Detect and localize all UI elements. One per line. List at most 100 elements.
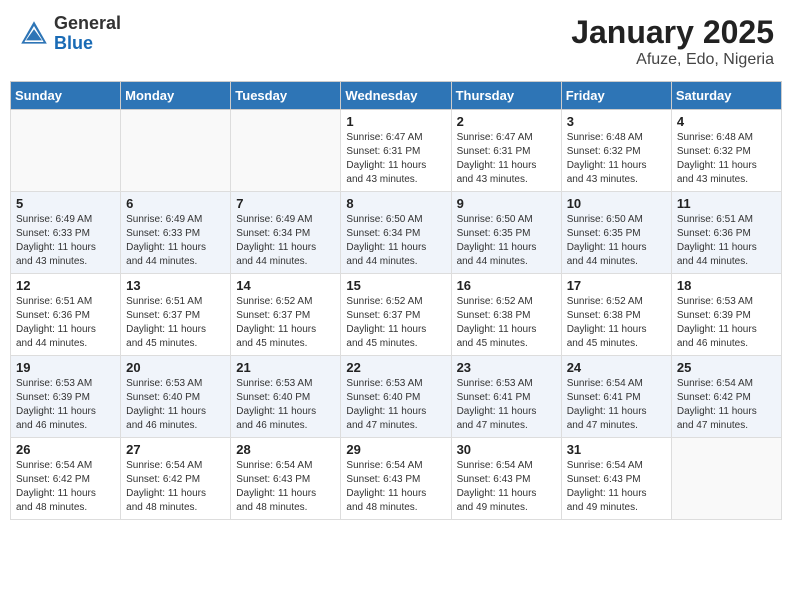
weekday-header-row: SundayMondayTuesdayWednesdayThursdayFrid… bbox=[11, 82, 782, 110]
calendar-cell: 5 Sunrise: 6:49 AMSunset: 6:33 PMDaylight… bbox=[11, 192, 121, 274]
calendar-cell: 3 Sunrise: 6:48 AMSunset: 6:32 PMDaylight… bbox=[561, 110, 671, 192]
calendar-cell: 23Sunrise: 6:53 AMSunset: 6:41 PMDayligh… bbox=[451, 356, 561, 438]
day-info: Sunrise: 6:54 AMSunset: 6:42 PMDaylight:… bbox=[126, 459, 225, 515]
day-number: 30 bbox=[457, 442, 556, 457]
day-info: Sunrise: 6:54 AMSunset: 6:41 PMDaylight:… bbox=[567, 377, 666, 433]
calendar-cell bbox=[671, 438, 781, 520]
day-number: 21 bbox=[236, 360, 335, 375]
calendar-cell: 8 Sunrise: 6:50 AMSunset: 6:34 PMDaylight… bbox=[341, 192, 451, 274]
calendar-week-row: 12Sunrise: 6:51 AMSunset: 6:36 PMDayligh… bbox=[11, 274, 782, 356]
day-info: Sunrise: 6:53 AMSunset: 6:39 PMDaylight:… bbox=[16, 377, 115, 433]
weekday-header-wednesday: Wednesday bbox=[341, 82, 451, 110]
day-info: Sunrise: 6:47 AMSunset: 6:31 PMDaylight:… bbox=[457, 131, 556, 187]
calendar-cell: 17Sunrise: 6:52 AMSunset: 6:38 PMDayligh… bbox=[561, 274, 671, 356]
calendar-cell: 1 Sunrise: 6:47 AMSunset: 6:31 PMDaylight… bbox=[341, 110, 451, 192]
location: Afuze, Edo, Nigeria bbox=[571, 51, 774, 69]
weekday-header-saturday: Saturday bbox=[671, 82, 781, 110]
day-info: Sunrise: 6:53 AMSunset: 6:40 PMDaylight:… bbox=[346, 377, 445, 433]
day-number: 7 bbox=[236, 196, 335, 211]
day-number: 10 bbox=[567, 196, 666, 211]
calendar-cell: 4 Sunrise: 6:48 AMSunset: 6:32 PMDaylight… bbox=[671, 110, 781, 192]
day-number: 18 bbox=[677, 278, 776, 293]
calendar-cell: 26 Sunrise: 6:54 AMSunset: 6:42 PMDayligh… bbox=[11, 438, 121, 520]
calendar-cell: 10 Sunrise: 6:50 AMSunset: 6:35 PMDayligh… bbox=[561, 192, 671, 274]
day-number: 23 bbox=[457, 360, 556, 375]
weekday-header-monday: Monday bbox=[121, 82, 231, 110]
calendar-table: SundayMondayTuesdayWednesdayThursdayFrid… bbox=[10, 81, 782, 520]
day-info: Sunrise: 6:52 AMSunset: 6:37 PMDaylight:… bbox=[346, 295, 445, 351]
page-header: General Blue January 2025 Afuze, Edo, Ni… bbox=[10, 10, 782, 73]
calendar-cell: 21Sunrise: 6:53 AMSunset: 6:40 PMDayligh… bbox=[231, 356, 341, 438]
day-info: Sunrise: 6:54 AMSunset: 6:43 PMDaylight:… bbox=[346, 459, 445, 515]
day-number: 15 bbox=[346, 278, 445, 293]
day-info: Sunrise: 6:48 AMSunset: 6:32 PMDaylight:… bbox=[677, 131, 776, 187]
day-number: 1 bbox=[346, 114, 445, 129]
calendar-cell: 19 Sunrise: 6:53 AMSunset: 6:39 PMDayligh… bbox=[11, 356, 121, 438]
day-number: 13 bbox=[126, 278, 225, 293]
day-number: 19 bbox=[16, 360, 115, 375]
day-number: 22 bbox=[346, 360, 445, 375]
calendar-cell: 16 Sunrise: 6:52 AMSunset: 6:38 PMDayligh… bbox=[451, 274, 561, 356]
day-number: 20 bbox=[126, 360, 225, 375]
day-info: Sunrise: 6:54 AMSunset: 6:42 PMDaylight:… bbox=[16, 459, 115, 515]
day-number: 8 bbox=[346, 196, 445, 211]
day-number: 4 bbox=[677, 114, 776, 129]
calendar-cell: 18 Sunrise: 6:53 AMSunset: 6:39 PMDayligh… bbox=[671, 274, 781, 356]
day-info: Sunrise: 6:47 AMSunset: 6:31 PMDaylight:… bbox=[346, 131, 445, 187]
calendar-cell: 15 Sunrise: 6:52 AMSunset: 6:37 PMDayligh… bbox=[341, 274, 451, 356]
day-number: 27 bbox=[126, 442, 225, 457]
calendar-cell bbox=[11, 110, 121, 192]
day-number: 26 bbox=[16, 442, 115, 457]
calendar-cell: 12Sunrise: 6:51 AMSunset: 6:36 PMDayligh… bbox=[11, 274, 121, 356]
logo-general-text: General bbox=[54, 13, 121, 33]
day-info: Sunrise: 6:51 AMSunset: 6:36 PMDaylight:… bbox=[677, 213, 776, 269]
day-number: 6 bbox=[126, 196, 225, 211]
calendar-cell: 30 Sunrise: 6:54 AMSunset: 6:43 PMDayligh… bbox=[451, 438, 561, 520]
title-block: January 2025 Afuze, Edo, Nigeria bbox=[571, 14, 774, 69]
day-info: Sunrise: 6:50 AMSunset: 6:35 PMDaylight:… bbox=[567, 213, 666, 269]
day-number: 28 bbox=[236, 442, 335, 457]
day-number: 16 bbox=[457, 278, 556, 293]
calendar-cell: 31Sunrise: 6:54 AMSunset: 6:43 PMDayligh… bbox=[561, 438, 671, 520]
day-info: Sunrise: 6:48 AMSunset: 6:32 PMDaylight:… bbox=[567, 131, 666, 187]
day-info: Sunrise: 6:54 AMSunset: 6:43 PMDaylight:… bbox=[567, 459, 666, 515]
day-number: 3 bbox=[567, 114, 666, 129]
calendar-cell bbox=[231, 110, 341, 192]
day-info: Sunrise: 6:53 AMSunset: 6:40 PMDaylight:… bbox=[126, 377, 225, 433]
day-number: 24 bbox=[567, 360, 666, 375]
calendar-week-row: 5 Sunrise: 6:49 AMSunset: 6:33 PMDaylight… bbox=[11, 192, 782, 274]
day-info: Sunrise: 6:49 AMSunset: 6:34 PMDaylight:… bbox=[236, 213, 335, 269]
day-info: Sunrise: 6:52 AMSunset: 6:37 PMDaylight:… bbox=[236, 295, 335, 351]
weekday-header-thursday: Thursday bbox=[451, 82, 561, 110]
calendar-cell: 11 Sunrise: 6:51 AMSunset: 6:36 PMDayligh… bbox=[671, 192, 781, 274]
day-number: 5 bbox=[16, 196, 115, 211]
weekday-header-tuesday: Tuesday bbox=[231, 82, 341, 110]
day-info: Sunrise: 6:54 AMSunset: 6:43 PMDaylight:… bbox=[457, 459, 556, 515]
calendar-cell: 22 Sunrise: 6:53 AMSunset: 6:40 PMDayligh… bbox=[341, 356, 451, 438]
day-info: Sunrise: 6:49 AMSunset: 6:33 PMDaylight:… bbox=[16, 213, 115, 269]
day-number: 17 bbox=[567, 278, 666, 293]
calendar-cell: 25Sunrise: 6:54 AMSunset: 6:42 PMDayligh… bbox=[671, 356, 781, 438]
weekday-header-sunday: Sunday bbox=[11, 82, 121, 110]
calendar-cell: 9 Sunrise: 6:50 AMSunset: 6:35 PMDaylight… bbox=[451, 192, 561, 274]
day-info: Sunrise: 6:51 AMSunset: 6:37 PMDaylight:… bbox=[126, 295, 225, 351]
day-number: 14 bbox=[236, 278, 335, 293]
logo-blue-text: Blue bbox=[54, 33, 93, 53]
day-number: 2 bbox=[457, 114, 556, 129]
calendar-cell: 29Sunrise: 6:54 AMSunset: 6:43 PMDayligh… bbox=[341, 438, 451, 520]
day-info: Sunrise: 6:50 AMSunset: 6:35 PMDaylight:… bbox=[457, 213, 556, 269]
calendar-cell: 27 Sunrise: 6:54 AMSunset: 6:42 PMDayligh… bbox=[121, 438, 231, 520]
calendar-cell: 6Sunrise: 6:49 AMSunset: 6:33 PMDaylight… bbox=[121, 192, 231, 274]
day-number: 11 bbox=[677, 196, 776, 211]
month-title: January 2025 bbox=[571, 14, 774, 51]
calendar-cell: 2 Sunrise: 6:47 AMSunset: 6:31 PMDaylight… bbox=[451, 110, 561, 192]
day-number: 25 bbox=[677, 360, 776, 375]
calendar-week-row: 19 Sunrise: 6:53 AMSunset: 6:39 PMDayligh… bbox=[11, 356, 782, 438]
calendar-week-row: 26 Sunrise: 6:54 AMSunset: 6:42 PMDayligh… bbox=[11, 438, 782, 520]
calendar-week-row: 1 Sunrise: 6:47 AMSunset: 6:31 PMDaylight… bbox=[11, 110, 782, 192]
day-number: 9 bbox=[457, 196, 556, 211]
day-info: Sunrise: 6:53 AMSunset: 6:39 PMDaylight:… bbox=[677, 295, 776, 351]
calendar-cell: 7 Sunrise: 6:49 AMSunset: 6:34 PMDaylight… bbox=[231, 192, 341, 274]
day-info: Sunrise: 6:52 AMSunset: 6:38 PMDaylight:… bbox=[457, 295, 556, 351]
day-info: Sunrise: 6:50 AMSunset: 6:34 PMDaylight:… bbox=[346, 213, 445, 269]
